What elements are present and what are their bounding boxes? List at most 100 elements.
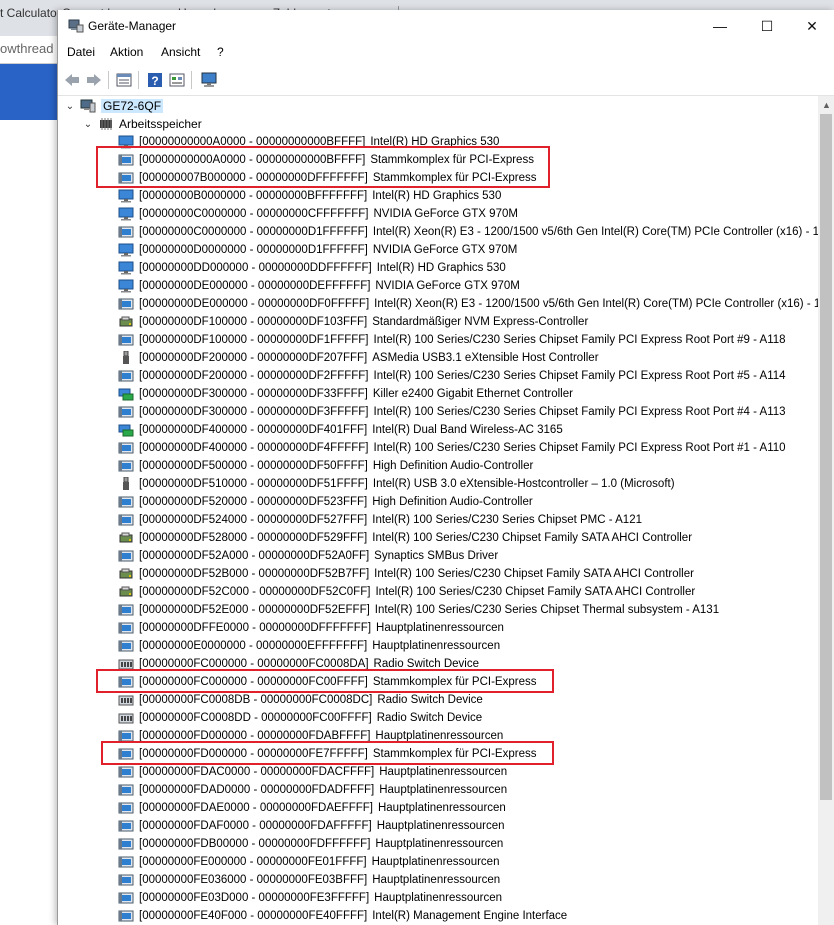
tree-item[interactable]: [00000000FC000000 - 00000000FC0008DA] Rad… <box>118 655 479 673</box>
tree-item[interactable]: [00000000DFFE0000 - 00000000DFFFFFFF] Hau… <box>118 619 504 637</box>
display-device-icon <box>118 243 134 257</box>
device-name: Intel(R) 100 Series/C230 Chipset Family … <box>375 586 696 598</box>
tree-item[interactable]: [00000000FE40F000 - 00000000FE40FFFF] Int… <box>118 907 567 925</box>
tree-item[interactable]: [00000000DF100000 - 00000000DF103FFF] Sta… <box>118 313 588 331</box>
tree-item[interactable]: [00000000DF528000 - 00000000DF529FFF] Int… <box>118 529 692 547</box>
forward-button[interactable] <box>85 71 103 89</box>
memory-range: [00000000FE03D000 - 00000000FE3FFFFF] <box>139 892 370 904</box>
tree-item[interactable]: [00000000FC0008DB - 00000000FC0008DC] Rad… <box>118 691 483 709</box>
device-name: Hauptplatinenressourcen <box>372 874 501 886</box>
computer-name: GE72-6QF <box>101 99 164 113</box>
scan-hardware-button[interactable] <box>200 71 218 89</box>
device-name: Intel(R) Management Engine Interface <box>372 910 568 922</box>
device-device-icon <box>118 838 134 850</box>
tree-item[interactable]: [00000000DD000000 - 00000000DDFFFFFF] Int… <box>118 259 506 277</box>
memory-range: [00000000DE000000 - 00000000DEFFFFFF] <box>139 280 371 292</box>
tree-item[interactable]: [00000000FE000000 - 00000000FE01FFFF] Hau… <box>118 853 499 871</box>
browser-tab[interactable]: t Calculator <box>0 6 60 26</box>
device-name: Hauptplatinenressourcen <box>376 622 504 634</box>
tree-item[interactable]: [00000000FC000000 - 00000000FC00FFFF] Sta… <box>118 673 536 691</box>
close-button[interactable]: ✕ <box>789 10 834 42</box>
collapse-arrow-icon[interactable]: ⌄ <box>82 118 94 130</box>
menu-help[interactable]: ? <box>217 45 224 59</box>
device-device-icon <box>118 550 134 562</box>
memory-range: [00000000FC0008DD - 00000000FC00FFFF] <box>139 712 372 724</box>
tree-item[interactable]: [00000000DF100000 - 00000000DF1FFFFF] Int… <box>118 331 786 349</box>
device-device-icon <box>118 514 134 526</box>
scrollbar-thumb[interactable] <box>820 114 832 800</box>
minimize-icon: — <box>713 18 727 34</box>
memory-range: [00000000DD000000 - 00000000DDFFFFFF] <box>139 262 372 274</box>
menu-aktion[interactable]: Aktion <box>110 45 143 59</box>
menu-datei[interactable]: Datei <box>67 45 95 59</box>
tree-item[interactable]: [00000000FDAD0000 - 00000000FDADFFFF] Hau… <box>118 781 507 799</box>
menu-ansicht[interactable]: Ansicht <box>161 45 200 59</box>
device-device-icon <box>118 460 134 472</box>
show-hidden-button[interactable] <box>168 71 186 89</box>
device-name: NVIDIA GeForce GTX 970M <box>372 244 518 256</box>
collapse-arrow-icon[interactable]: ⌄ <box>64 100 76 112</box>
tree-item[interactable]: [00000000000A0000 - 00000000000BFFFF] Sta… <box>118 151 534 169</box>
tree-item[interactable]: [00000000FDAF0000 - 00000000FDAFFFFF] Hau… <box>118 817 505 835</box>
memory-range: [00000000000A0000 - 00000000000BFFFF] <box>139 136 366 148</box>
tree-category[interactable]: ⌄ Arbeitsspeicher <box>82 115 202 133</box>
help-button[interactable]: ? <box>146 71 164 89</box>
tree-item[interactable]: [00000000FE03D000 - 00000000FE3FFFFF] Hau… <box>118 889 502 907</box>
tree-item[interactable]: [00000000DF520000 - 00000000DF523FFF] Hig… <box>118 493 533 511</box>
tree-item[interactable]: [00000000FC0008DD - 00000000FC00FFFF] Rad… <box>118 709 482 727</box>
vertical-scrollbar[interactable]: ▲ <box>818 96 834 925</box>
menu-bar: Datei Aktion Ansicht ? <box>58 42 834 64</box>
tree-item[interactable]: [00000000B0000000 - 00000000BFFFFFFF] Int… <box>118 187 501 205</box>
device-device-icon <box>118 784 134 796</box>
device-name: Stammkomplex für PCI-Express <box>372 676 537 688</box>
device-name: Intel(R) 100 Series/C230 Series Chipset … <box>373 370 786 382</box>
memory-range: [00000000DF524000 - 00000000DF527FFF] <box>139 514 368 526</box>
tree-item[interactable]: [00000000DF500000 - 00000000DF50FFFF] Hig… <box>118 457 533 475</box>
properties-button[interactable] <box>115 71 133 89</box>
display-device-icon <box>118 279 134 293</box>
memory-range: [00000000FDB00000 - 00000000FDFFFFFF] <box>139 838 371 850</box>
tree-item[interactable]: [00000000DF510000 - 00000000DF51FFFF] Int… <box>118 475 675 493</box>
tree-item[interactable]: [00000000DF400000 - 00000000DF4FFFFF] Int… <box>118 439 786 457</box>
memory-range: [00000000FE000000 - 00000000FE01FFFF] <box>139 856 367 868</box>
properties-icon <box>116 73 132 87</box>
tree-item[interactable]: [00000000DF300000 - 00000000DF33FFFF] Kil… <box>118 385 573 403</box>
tree-item[interactable]: [00000000D0000000 - 00000000D1FFFFFF] NVI… <box>118 241 517 259</box>
memory-range: [00000000D0000000 - 00000000D1FFFFFF] <box>139 244 368 256</box>
tree-item[interactable]: [00000000DF300000 - 00000000DF3FFFFF] Int… <box>118 403 786 421</box>
tree-item[interactable]: [00000000E0000000 - 00000000EFFFFFFF] Hau… <box>118 637 500 655</box>
tree-item[interactable]: [00000000C0000000 - 00000000D1FFFFFF] Int… <box>118 223 818 241</box>
display-device-icon <box>118 261 134 275</box>
minimize-button[interactable]: — <box>697 10 743 42</box>
tree-item[interactable]: [00000000DF200000 - 00000000DF2FFFFF] Int… <box>118 367 786 385</box>
tree-item[interactable]: [00000000FD000000 - 00000000FDABFFFF] Hau… <box>118 727 503 745</box>
memory-range: [00000000DF52C000 - 00000000DF52C0FF] <box>139 586 371 598</box>
tree-item[interactable]: [00000000DF400000 - 00000000DF401FFF] Int… <box>118 421 563 439</box>
tree-item[interactable]: [00000000FD000000 - 00000000FE7FFFFF] Sta… <box>118 745 536 763</box>
memory-range: [00000000DE000000 - 00000000DF0FFFFF] <box>139 298 370 310</box>
tree-item[interactable]: [00000000DF200000 - 00000000DF207FFF] ASM… <box>118 349 599 367</box>
title-bar[interactable]: Geräte-Manager — ☐ ✕ <box>58 10 834 42</box>
tree-item[interactable]: [00000000DF524000 - 00000000DF527FFF] Int… <box>118 511 642 529</box>
tree-item[interactable]: [000000007B000000 - 00000000DFFFFFFF] Sta… <box>118 169 536 187</box>
tree-item[interactable]: [00000000000A0000 - 00000000000BFFFF] Int… <box>118 133 499 151</box>
tree-item[interactable]: [00000000DF52C000 - 00000000DF52C0FF] Int… <box>118 583 695 601</box>
tree-item[interactable]: [00000000C0000000 - 00000000CFFFFFFF] NVI… <box>118 205 518 223</box>
tree-root[interactable]: ⌄ GE72-6QF <box>64 97 164 115</box>
back-button[interactable] <box>63 71 81 89</box>
tree-item[interactable]: [00000000FDB00000 - 00000000FDFFFFFF] Hau… <box>118 835 503 853</box>
tree-item[interactable]: [00000000DF52B000 - 00000000DF52B7FF] Int… <box>118 565 694 583</box>
tree-item[interactable]: [00000000DF52A000 - 00000000DF52A0FF] Syn… <box>118 547 498 565</box>
tree-item[interactable]: [00000000DE000000 - 00000000DEFFFFFF] NVI… <box>118 277 520 295</box>
memory-range: [00000000FC000000 - 00000000FC00FFFF] <box>139 676 368 688</box>
tree-item[interactable]: [00000000DE000000 - 00000000DF0FFFFF] Int… <box>118 295 818 313</box>
scroll-up-icon[interactable]: ▲ <box>818 96 834 113</box>
maximize-button[interactable]: ☐ <box>744 10 790 42</box>
device-name: Intel(R) 100 Series/C230 Series Chipset … <box>373 334 786 346</box>
tree-item[interactable]: [00000000FDAC0000 - 00000000FDACFFFF] Hau… <box>118 763 507 781</box>
tree-item[interactable]: [00000000FDAE0000 - 00000000FDAEFFFF] Hau… <box>118 799 506 817</box>
storage-device-icon <box>119 586 133 597</box>
device-name: Intel(R) 100 Series/C230 Series Chipset … <box>373 442 786 454</box>
tree-item[interactable]: [00000000FE036000 - 00000000FE03BFFF] Hau… <box>118 871 500 889</box>
tree-item[interactable]: [00000000DF52E000 - 00000000DF52EFFF] Int… <box>118 601 719 619</box>
